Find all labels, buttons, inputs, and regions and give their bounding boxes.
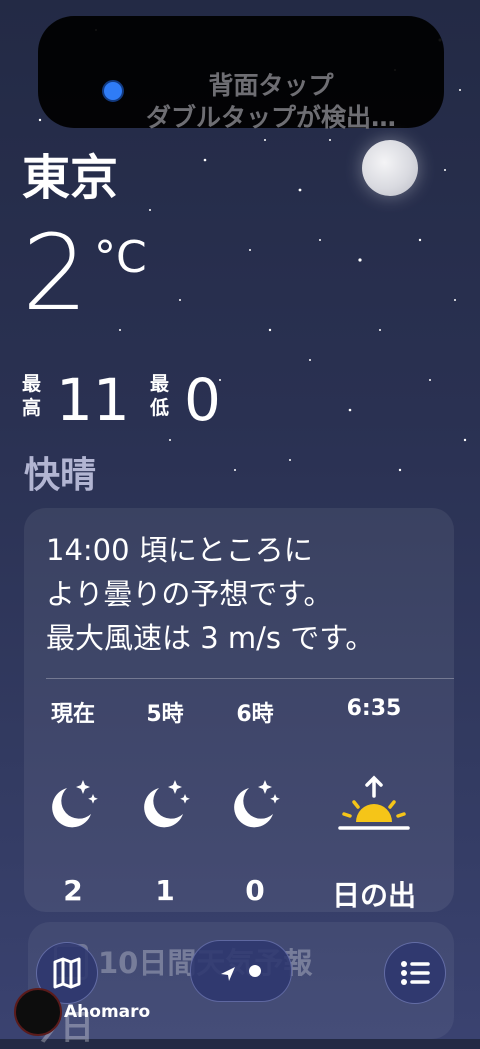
city-list-button[interactable]	[384, 942, 446, 1004]
list-icon	[401, 961, 430, 985]
moon-stars-icon	[120, 774, 210, 834]
high-temperature-value: 11	[56, 366, 130, 434]
hour-temperature: 2	[63, 874, 83, 907]
divider	[46, 678, 454, 679]
sunrise-icon	[314, 774, 434, 834]
watermark-text: Ahomaro	[64, 1002, 151, 1022]
moon-icon	[362, 140, 418, 196]
weather-condition: 快晴	[24, 455, 97, 496]
forecast-summary: 14:00 頃にところに より曇りの予想です。 最大風速は 3 m/s です。	[46, 528, 446, 660]
hour-label: 6:35	[346, 696, 402, 721]
back-tap-notification[interactable]: 背面タップ ダブルタップが検出…	[38, 16, 444, 132]
hour-temperature: 1	[155, 874, 175, 907]
notification-title: 背面タップ	[208, 71, 334, 100]
hour-label: 5時	[146, 702, 184, 727]
hour-temperature: 0	[245, 874, 265, 907]
location-arrow-icon	[221, 967, 235, 981]
sunrise-label: 日の出	[331, 879, 416, 912]
summary-line: より曇りの予想です。	[46, 577, 333, 611]
current-temperature: 2	[22, 212, 89, 334]
watermark-logo	[14, 988, 62, 1036]
hour-label: 現在	[50, 702, 95, 727]
low-temperature-label: 最低	[150, 373, 170, 419]
accessibility-icon	[102, 80, 124, 102]
notification-message: ダブルタップが検出…	[145, 103, 396, 132]
moon-stars-icon	[28, 774, 118, 834]
moon-stars-icon	[210, 774, 300, 834]
temperature-unit: °C	[94, 232, 147, 283]
location-page-indicator[interactable]	[190, 940, 292, 1002]
hour-column: 現在 2	[28, 696, 118, 907]
low-temperature-value: 0	[184, 366, 221, 434]
hour-label: 6時	[236, 702, 274, 727]
summary-line: 最大風速は 3 m/s です。	[46, 621, 375, 655]
hourly-forecast-card[interactable]: 14:00 頃にところに より曇りの予想です。 最大風速は 3 m/s です。 …	[24, 508, 454, 912]
summary-line: 14:00 頃にところに	[46, 533, 313, 567]
high-temperature-label: 最高	[22, 373, 42, 419]
hour-column: 6時 0	[210, 696, 300, 907]
hour-column: 6:35 日の出	[314, 696, 434, 914]
hour-column: 5時 1	[120, 696, 210, 907]
city-name: 東京	[22, 150, 119, 206]
page-dot	[249, 965, 261, 977]
